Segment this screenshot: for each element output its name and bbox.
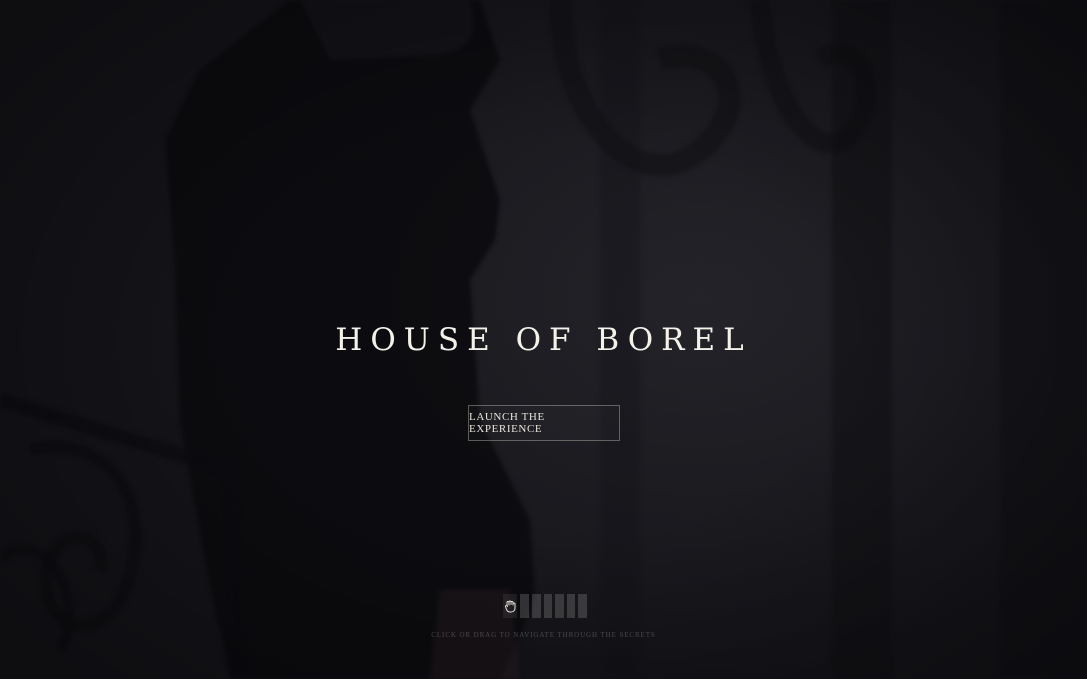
slide-marker[interactable] bbox=[578, 594, 587, 618]
slide-handle[interactable] bbox=[503, 594, 518, 618]
slide-marker[interactable] bbox=[543, 594, 553, 618]
slide-marker[interactable] bbox=[566, 594, 576, 618]
slide-marker[interactable] bbox=[531, 594, 541, 618]
intro-screen: HOUSE OF BOREL LAUNCH THE EXPERIENCE CLI… bbox=[0, 0, 1087, 679]
navigation-hint: CLICK OR DRAG TO NAVIGATE THROUGH THE SE… bbox=[431, 631, 656, 639]
brand-title: HOUSE OF BOREL bbox=[335, 322, 752, 358]
grab-hand-icon bbox=[505, 600, 516, 613]
slide-marker[interactable] bbox=[520, 594, 529, 618]
slide-navigator[interactable] bbox=[503, 594, 587, 618]
launch-experience-button[interactable]: LAUNCH THE EXPERIENCE bbox=[468, 405, 620, 441]
slide-marker[interactable] bbox=[555, 594, 564, 618]
